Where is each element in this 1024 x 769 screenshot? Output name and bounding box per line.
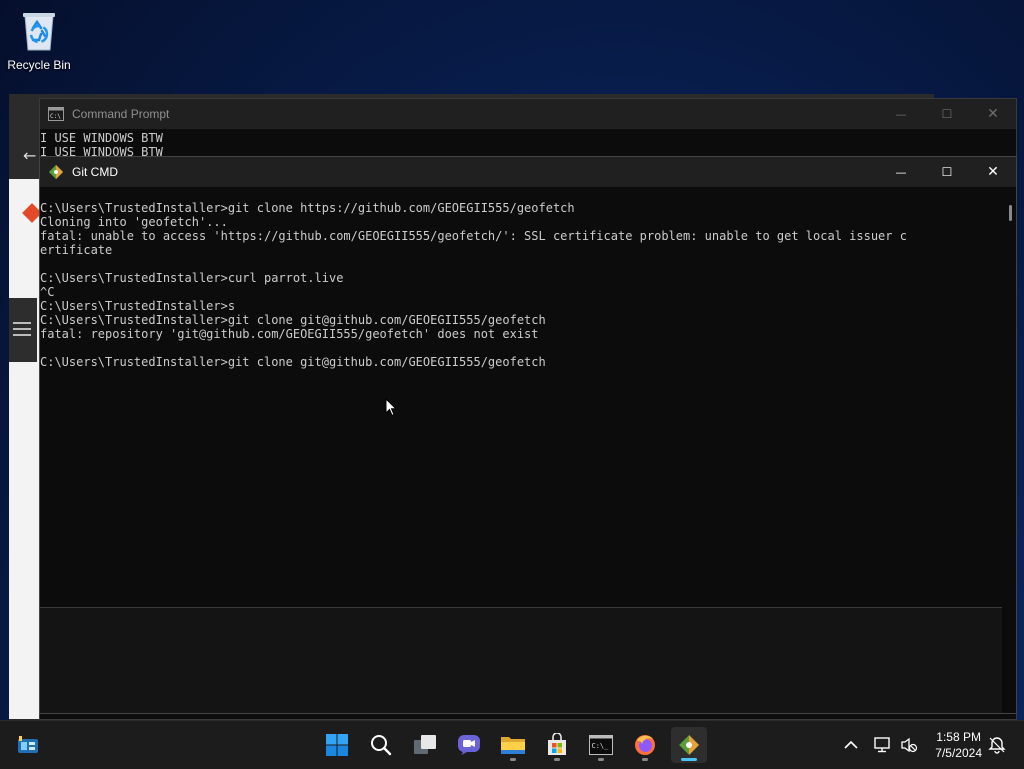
clock-time: 1:58 PM — [936, 730, 981, 744]
active-indicator — [681, 758, 697, 761]
maximize-button[interactable]: ☐ — [924, 157, 970, 187]
taskbar-start-button[interactable] — [319, 727, 355, 763]
taskbar-git-cmd-button[interactable] — [671, 727, 707, 763]
window-title: Command Prompt — [72, 107, 170, 121]
terminal-line: fatal: repository 'git@github.com/GEOEGI… — [40, 327, 539, 341]
windows-start-icon — [326, 734, 348, 756]
volume-muted-icon — [901, 737, 918, 753]
git-cmd-output[interactable]: C:\Users\TrustedInstaller>git clone http… — [40, 201, 907, 369]
widgets-button[interactable] — [10, 727, 46, 763]
terminal-line: C:\Users\TrustedInstaller>curl parrot.li… — [40, 271, 344, 285]
back-arrow-icon[interactable]: ← — [23, 146, 36, 165]
tray-overflow-button[interactable] — [844, 721, 858, 769]
folder-icon — [501, 737, 525, 754]
tray-network-button[interactable] — [873, 721, 891, 769]
svg-text:C:\_: C:\_ — [592, 742, 610, 750]
firefox-icon — [635, 735, 655, 755]
network-icon — [874, 737, 890, 753]
side-panel-handle[interactable] — [9, 298, 37, 362]
command-prompt-titlebar[interactable]: C:\ Command Prompt — ☐ ✕ — [40, 99, 1016, 129]
command-prompt-icon: C:\ — [48, 107, 64, 121]
terminal-line: fatal: unable to access 'https://github.… — [40, 229, 907, 243]
taskbar-chat-button[interactable] — [451, 727, 487, 763]
mouse-cursor-icon — [385, 398, 397, 417]
notifications-button[interactable] — [988, 721, 1006, 769]
running-indicator — [598, 758, 604, 761]
desktop-icon-label: Recycle Bin — [7, 58, 71, 72]
command-prompt-output[interactable]: I USE WINDOWS BTW I USE WINDOWS BTW — [40, 131, 163, 159]
terminal-line: C:\Users\TrustedInstaller>git clone git@… — [40, 355, 546, 369]
taskbar-search-button[interactable] — [363, 727, 399, 763]
background-app-sidebar — [9, 179, 39, 719]
taskbar: C:\_ 1:58 PM 7/5/2024 — [0, 720, 1024, 769]
close-button[interactable]: ✕ — [970, 157, 1016, 187]
tray-volume-button[interactable] — [900, 721, 918, 769]
desktop-icon-recycle-bin[interactable]: Recycle Bin — [6, 8, 72, 72]
widgets-icon — [18, 736, 38, 753]
chevron-up-icon — [844, 740, 858, 749]
scrollbar-thumb[interactable] — [1009, 205, 1012, 221]
running-indicator — [510, 758, 516, 761]
git-cmd-window[interactable]: Git CMD — ☐ ✕ C:\Users\TrustedInstaller>… — [39, 156, 1017, 714]
store-icon — [548, 733, 566, 755]
taskbar-firefox-button[interactable] — [627, 727, 663, 763]
search-icon — [371, 735, 392, 756]
terminal-line: Cloning into 'geofetch'... — [40, 215, 228, 229]
git-icon — [679, 735, 699, 755]
taskbar-store-button[interactable] — [539, 727, 575, 763]
terminal-line: C:\Users\TrustedInstaller>git clone http… — [40, 201, 575, 215]
terminal-line: I USE WINDOWS BTW — [40, 131, 163, 145]
maximize-button[interactable]: ☐ — [924, 99, 970, 129]
taskbar-file-explorer-button[interactable] — [495, 727, 531, 763]
terminal-icon: C:\_ — [589, 735, 613, 755]
clock-date: 7/5/2024 — [935, 746, 982, 760]
terminal-line: C:\Users\TrustedInstaller>s — [40, 299, 236, 313]
taskbar-terminal-button[interactable]: C:\_ — [583, 727, 619, 763]
task-view-icon — [414, 735, 436, 754]
close-button[interactable]: ✕ — [970, 99, 1016, 129]
git-cmd-titlebar[interactable]: Git CMD — ☐ ✕ — [40, 157, 1016, 187]
minimize-button[interactable]: — — [878, 157, 924, 187]
minimize-button[interactable]: — — [878, 99, 924, 129]
window-title: Git CMD — [72, 165, 118, 179]
terminal-line: ertificate — [40, 243, 113, 257]
svg-text:C:\: C:\ — [50, 113, 61, 120]
recycle-bin-icon — [19, 8, 59, 52]
terminal-lower-pane — [40, 608, 1002, 713]
running-indicator — [554, 758, 560, 761]
chat-icon — [458, 735, 480, 755]
notification-bell-icon — [988, 737, 1006, 754]
git-icon — [48, 164, 64, 180]
taskbar-task-view-button[interactable] — [407, 727, 443, 763]
running-indicator — [642, 758, 648, 761]
terminal-line: ^C — [40, 285, 55, 299]
taskbar-clock[interactable]: 1:58 PM 7/5/2024 — [935, 729, 982, 761]
terminal-line: C:\Users\TrustedInstaller>git clone git@… — [40, 313, 546, 327]
